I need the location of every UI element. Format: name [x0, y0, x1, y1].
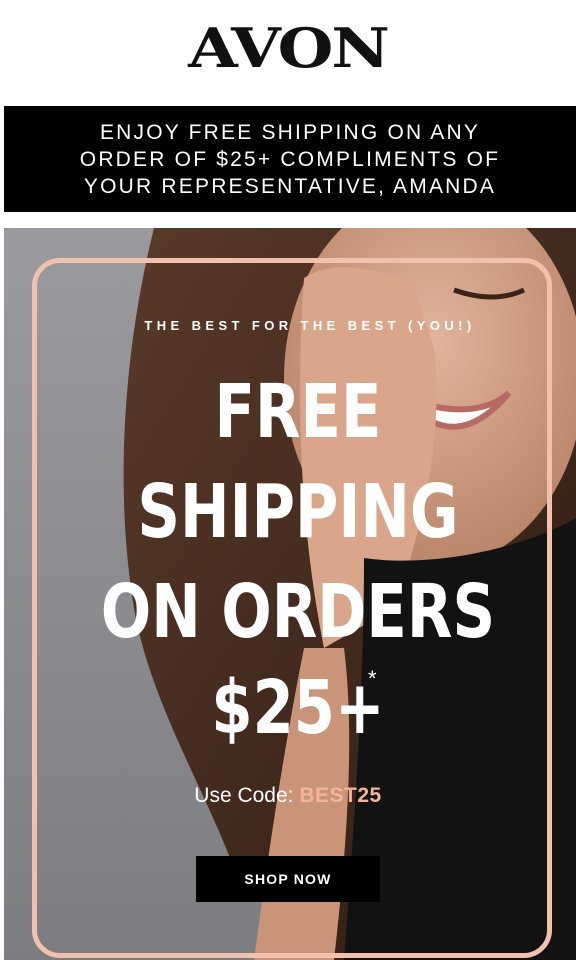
promo-code-line: Use Code: BEST25 [0, 784, 576, 808]
code-label: Use Code: [194, 784, 300, 807]
brand-header: AVON [0, 0, 576, 96]
headline-line-price: $25+ [211, 665, 385, 751]
promo-line-1: ENJOY FREE SHIPPING ON ANY [99, 120, 481, 144]
tagline: THE BEST FOR THE BEST (YOU!) [144, 318, 476, 333]
headline-line-shipping: SHIPPING [137, 469, 459, 555]
headline-line-free: FREE [214, 369, 382, 455]
avon-logo[interactable]: AVON [188, 16, 390, 80]
promo-line-2: ORDER OF $25+ COMPLIMENTS OF [79, 147, 501, 171]
code-value: BEST25 [299, 784, 382, 807]
headline-line-on-orders: ON ORDERS [100, 569, 496, 655]
promo-line-3: YOUR REPRESENTATIVE, AMANDA [83, 174, 497, 198]
shop-now-button[interactable]: SHOP NOW [196, 856, 380, 902]
promo-banner: ENJOY FREE SHIPPING ON ANY ORDER OF $25+… [4, 106, 576, 212]
asterisk-note: * [368, 666, 377, 691]
